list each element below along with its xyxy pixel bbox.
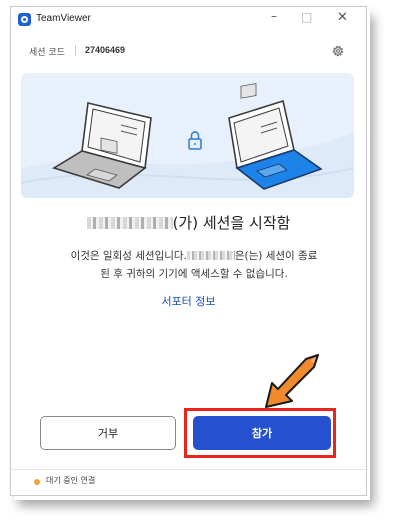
- session-heading: (가) 세션을 시작함: [11, 212, 366, 233]
- status-text: 대기 중인 연결: [46, 476, 96, 485]
- status-dot-icon: [34, 479, 40, 485]
- laptops-illustration: [21, 83, 354, 198]
- lock-icon: [188, 131, 202, 150]
- app-title: TeamViewer: [36, 13, 91, 24]
- heading-suffix: (가) 세션을 시작함: [172, 214, 291, 232]
- message-line-2: 된 후 귀하의 기기에 액세스할 수 없습니다.: [100, 268, 288, 280]
- session-message: 이것은 일회성 세션입니다. 은(는) 세션이 종료 된 후 귀하의 기기에 액세…: [29, 247, 359, 283]
- session-divider: [75, 45, 76, 56]
- message-part-1: 이것은 일회성 세션입니다.: [70, 250, 187, 262]
- close-button[interactable]: ✕: [337, 10, 348, 25]
- redacted-name: [86, 217, 173, 229]
- session-code-label: 세션 코드: [29, 48, 65, 58]
- message-part-2: 은(는) 세션이 종료: [234, 250, 318, 262]
- gear-icon[interactable]: [331, 44, 345, 58]
- minimize-button[interactable]: –: [271, 9, 277, 23]
- teamviewer-window: TeamViewer – □ ✕ 세션 코드 27406469 (가) 세션을 …: [10, 6, 367, 496]
- session-code-value: 27406469: [85, 45, 126, 55]
- join-button[interactable]: 참가: [193, 416, 331, 450]
- status-divider: [11, 469, 366, 470]
- connection-illustration: [21, 73, 354, 198]
- maximize-button[interactable]: □: [301, 10, 312, 24]
- pointer-arrow-icon: [265, 354, 319, 408]
- titlebar: TeamViewer – □ ✕: [11, 7, 366, 31]
- redacted-name-small: [186, 251, 235, 260]
- laptop-right-icon: [228, 83, 323, 190]
- decline-button[interactable]: 거부: [40, 416, 176, 450]
- teamviewer-logo-icon: [18, 13, 31, 26]
- supporter-info-link[interactable]: 서포터 정보: [11, 293, 366, 309]
